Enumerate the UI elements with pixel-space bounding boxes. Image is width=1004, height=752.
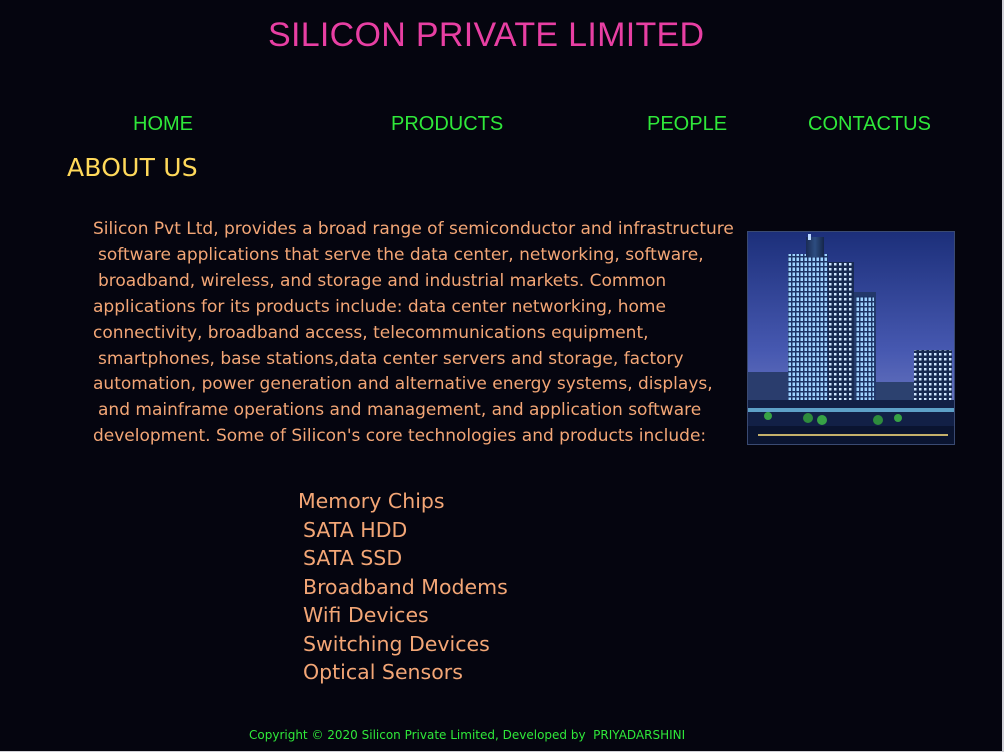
site-title: SILICON PRIVATE LIMITED — [268, 16, 705, 54]
about-line: automation, power generation and alterna… — [93, 374, 713, 395]
nav-link-contactus[interactable]: CONTACTUS — [808, 113, 931, 136]
list-item: Wifi Devices — [303, 603, 429, 627]
list-item: SATA SSD — [303, 546, 403, 570]
footer-copyright: Copyright © 2020 Silicon Private Limited… — [249, 728, 686, 742]
list-item: SATA HDD — [303, 517, 408, 542]
nav-link-products[interactable]: PRODUCTS — [391, 113, 503, 136]
list-item: Optical Sensors — [303, 660, 463, 684]
list-item: Switching Devices — [303, 631, 490, 656]
about-paragraph: Silicon Pvt Ltd, provides a broad range … — [93, 217, 734, 450]
about-line: software applications that serve the dat… — [98, 244, 704, 265]
about-line: Silicon Pvt Ltd, provides a broad range … — [93, 219, 734, 239]
list-item: Broadband Modems — [303, 574, 508, 599]
product-list: Memory Chips SATA HDD SATA SSD Broadband… — [298, 487, 508, 687]
about-line: broadband, wireless, and storage and ind… — [98, 270, 667, 291]
about-line: smartphones, base stations,data center s… — [98, 348, 684, 369]
about-line: connectivity, broadband access, telecomm… — [93, 322, 649, 343]
office-building-image — [747, 231, 955, 445]
about-line: development. Some of Silicon's core tech… — [93, 426, 707, 447]
nav-link-home[interactable]: HOME — [133, 113, 193, 136]
about-line: and mainframe operations and management,… — [98, 400, 702, 421]
about-us-heading: ABOUT US — [67, 153, 198, 182]
about-line: applications for its products include: d… — [93, 296, 666, 317]
list-item: Memory Chips — [298, 489, 445, 513]
nav-link-people[interactable]: PEOPLE — [647, 113, 727, 136]
